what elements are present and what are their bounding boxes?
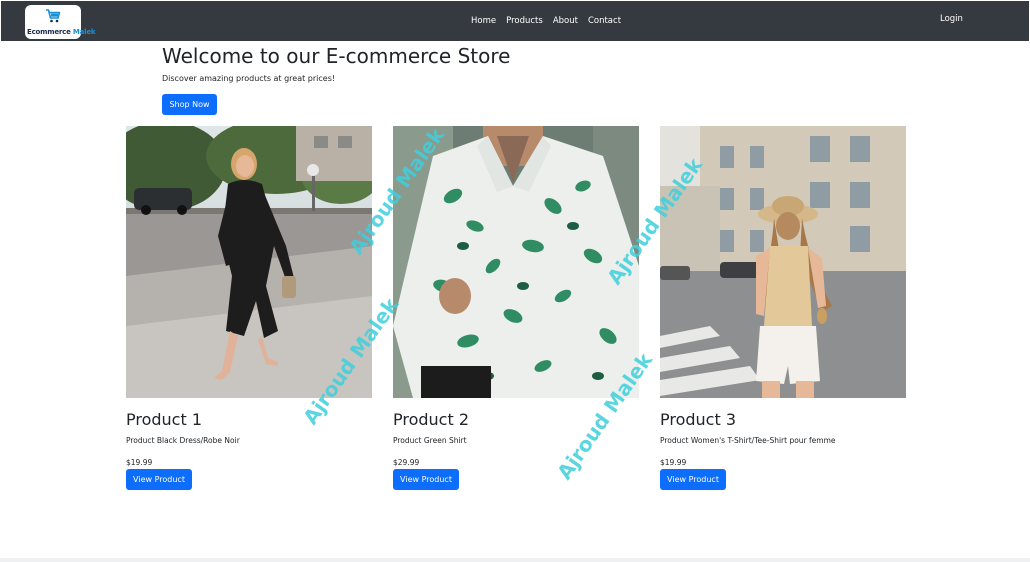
product-description: Product Women's T-Shirt/Tee-Shirt pour f… <box>660 436 836 445</box>
product-card: Product 3 Product Women's T-Shirt/Tee-Sh… <box>660 126 906 490</box>
view-product-button[interactable]: View Product <box>393 469 459 490</box>
product-description: Product Green Shirt <box>393 436 467 445</box>
nav-link-home[interactable]: Home <box>471 16 496 26</box>
shopping-cart-icon <box>46 9 61 23</box>
nav-link-about[interactable]: About <box>553 16 578 26</box>
product-image-womens-tshirt[interactable] <box>660 126 906 398</box>
product-description: Product Black Dress/Robe Noir <box>126 436 240 445</box>
brand-text-main: Ecommerce <box>27 28 71 36</box>
login-link[interactable]: Login <box>940 14 963 24</box>
view-product-button[interactable]: View Product <box>660 469 726 490</box>
brand-logo[interactable]: Ecommerce Malek <box>25 5 96 39</box>
nav-links: Home Products About Contact <box>471 1 631 41</box>
product-name: Product 1 <box>126 410 203 429</box>
product-image-green-shirt[interactable] <box>393 126 639 398</box>
product-card: Product 2 Product Green Shirt $29.99 Vie… <box>393 126 639 490</box>
page: Ecommerce Malek Home Products About Cont… <box>0 0 1030 562</box>
product-image-black-dress[interactable] <box>126 126 372 398</box>
nav-link-products[interactable]: Products <box>506 16 543 26</box>
page-title: Welcome to our E-commerce Store <box>162 44 511 68</box>
brand-text-accent: Malek <box>72 28 96 36</box>
product-name: Product 3 <box>660 410 737 429</box>
footer-divider <box>0 558 1030 562</box>
navbar: Ecommerce Malek Home Products About Cont… <box>1 1 1029 41</box>
product-price: $19.99 <box>660 458 687 467</box>
brand-text: Ecommerce Malek <box>27 28 96 36</box>
product-card: Product 1 Product Black Dress/Robe Noir … <box>126 126 372 490</box>
view-product-button[interactable]: View Product <box>126 469 192 490</box>
shop-now-button[interactable]: Shop Now <box>162 94 217 115</box>
hero-subtitle: Discover amazing products at great price… <box>162 74 336 83</box>
product-price: $29.99 <box>393 458 420 467</box>
product-name: Product 2 <box>393 410 470 429</box>
nav-link-contact[interactable]: Contact <box>588 16 621 26</box>
product-price: $19.99 <box>126 458 153 467</box>
